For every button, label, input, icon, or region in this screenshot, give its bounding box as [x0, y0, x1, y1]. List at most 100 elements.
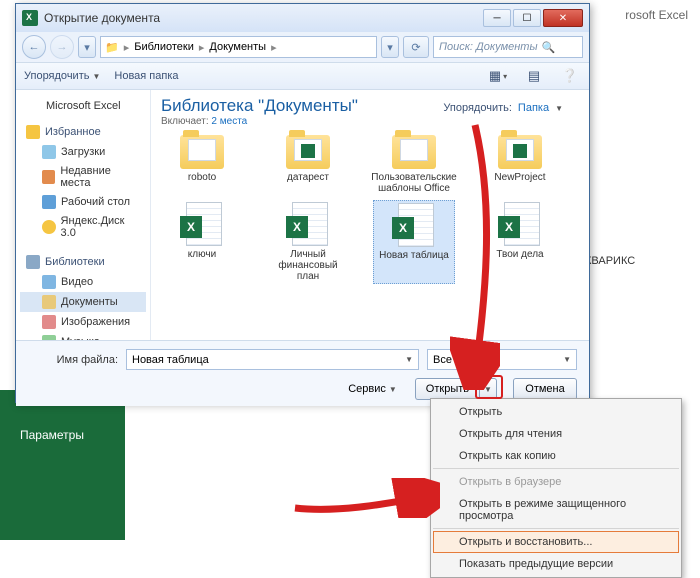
preview-pane-button[interactable]: ▤ [523, 66, 545, 86]
folder-icon [286, 135, 330, 169]
folder-icon [180, 135, 224, 169]
video-icon [42, 275, 56, 289]
cancel-button[interactable]: Отмена [513, 378, 577, 400]
excel-backstage-sidebar [0, 390, 125, 540]
breadcrumb-root-icon: 📁 [105, 41, 119, 54]
yandexdisk-icon [42, 220, 56, 234]
excel-file-icon: X [180, 202, 224, 246]
nav-up-button[interactable]: ▾ [78, 36, 96, 58]
dialog-title: Открытие документа [44, 11, 483, 25]
libraries-header[interactable]: Библиотеки [20, 252, 146, 272]
nav-row: ← → ▾ 📁 ▸ Библиотеки ▸ Документы ▸ ▾ ⟳ П… [16, 32, 589, 62]
nav-forward-button[interactable]: → [50, 35, 74, 59]
sidebar-item-video[interactable]: Видео [20, 272, 146, 292]
sort-control[interactable]: Упорядочить: Папка ▼ [443, 102, 563, 114]
menu-item-previous-versions[interactable]: Показать предыдущие версии [433, 553, 679, 575]
background-app-title: rosoft Excel [625, 8, 688, 22]
sidebar-item-music[interactable]: Музыка [20, 332, 146, 340]
documents-icon [42, 295, 56, 309]
filename-input[interactable]: Новая таблица ▼ [126, 349, 419, 370]
favorites-header[interactable]: Избранное [20, 122, 146, 142]
star-icon [26, 125, 40, 139]
downloads-icon [42, 145, 56, 159]
breadcrumb[interactable]: 📁 ▸ Библиотеки ▸ Документы ▸ [100, 36, 377, 58]
chevron-right-icon: ▸ [271, 41, 277, 54]
excel-file-icon: X [392, 203, 436, 247]
sidebar-item-images[interactable]: Изображения [20, 312, 146, 332]
sidebar-item-desktop[interactable]: Рабочий стол [20, 192, 146, 212]
nav-tree: Microsoft Excel Избранное Загрузки Недав… [16, 90, 151, 340]
folder-item[interactable]: roboto [161, 133, 243, 196]
folder-icon [392, 135, 436, 169]
dialog-toolbar: Упорядочить▼ Новая папка ▦▾ ▤ ❔ [16, 62, 589, 90]
sidebar-item-yandexdisk[interactable]: Яндекс.Диск 3.0 [20, 212, 146, 242]
search-placeholder: Поиск: Документы [439, 41, 538, 53]
search-input[interactable]: Поиск: Документы 🔍 [433, 36, 583, 58]
close-button[interactable]: ✕ [543, 9, 583, 27]
chevron-right-icon: ▸ [199, 41, 205, 54]
open-dropdown-arrow[interactable]: ▼ [479, 378, 497, 400]
breadcrumb-history-button[interactable]: ▾ [381, 36, 399, 58]
open-dropdown-menu: Открыть Открыть для чтения Открыть как к… [430, 398, 682, 578]
menu-item-open-readonly[interactable]: Открыть для чтения [433, 423, 679, 445]
nav-back-button[interactable]: ← [22, 35, 46, 59]
search-icon: 🔍 [542, 41, 556, 54]
music-icon [42, 335, 56, 340]
chevron-down-icon: ▼ [484, 385, 492, 394]
places-link[interactable]: 2 места [211, 116, 247, 127]
titlebar: Открытие документа ─ ☐ ✕ [16, 4, 589, 32]
location-subtitle: Включает: 2 места [161, 116, 579, 127]
open-button[interactable]: Открыть [415, 378, 479, 400]
desktop-icon [42, 195, 56, 209]
filename-label: Имя файла: [28, 354, 118, 366]
menu-item-open-browser: Открыть в браузере [433, 471, 679, 493]
organize-button[interactable]: Упорядочить▼ [24, 70, 100, 82]
refresh-button[interactable]: ⟳ [403, 36, 429, 58]
images-icon [42, 315, 56, 329]
menu-item-open-copy[interactable]: Открыть как копию [433, 445, 679, 469]
sidebar-item-documents[interactable]: Документы [20, 292, 146, 312]
folder-item[interactable]: NewProject [479, 133, 561, 196]
chevron-down-icon: ▼ [92, 72, 100, 81]
maximize-button[interactable]: ☐ [513, 9, 541, 27]
minimize-button[interactable]: ─ [483, 9, 511, 27]
file-item[interactable]: XТвои дела [479, 200, 561, 284]
background-text: КВАРИКС [585, 255, 635, 267]
breadcrumb-part[interactable]: Библиотеки [134, 41, 194, 53]
folder-icon [498, 135, 542, 169]
new-folder-button[interactable]: Новая папка [114, 70, 178, 82]
open-split-button[interactable]: Открыть ▼ [415, 378, 497, 400]
file-item[interactable]: XЛичный финансовый план [267, 200, 349, 284]
recent-icon [42, 170, 55, 184]
menu-item-open-protected[interactable]: Открыть в режиме защищенного просмотра [433, 493, 679, 529]
sidebar-item-downloads[interactable]: Загрузки [20, 142, 146, 162]
file-list-pane: Библиотека "Документы" Включает: 2 места… [151, 90, 589, 340]
file-item-selected[interactable]: XНовая таблица [373, 200, 455, 284]
chevron-down-icon: ▼ [555, 104, 563, 113]
chevron-down-icon: ▼ [405, 355, 413, 364]
sidebar-item-recent[interactable]: Недавние места [20, 162, 146, 192]
filetype-select[interactable]: Все файлы ▼ [427, 349, 577, 370]
file-item[interactable]: Xключи [161, 200, 243, 284]
excel-app-icon [22, 10, 38, 26]
tools-button[interactable]: Сервис▼ [348, 383, 397, 395]
dialog-footer: Имя файла: Новая таблица ▼ Все файлы ▼ С… [16, 340, 589, 406]
chevron-right-icon: ▸ [124, 41, 130, 54]
open-file-dialog: Открытие документа ─ ☐ ✕ ← → ▾ 📁 ▸ Библи… [15, 3, 590, 403]
breadcrumb-part[interactable]: Документы [209, 41, 266, 53]
folder-item[interactable]: датарест [267, 133, 349, 196]
annotation-arrow-2 [290, 478, 440, 518]
menu-item-open[interactable]: Открыть [433, 401, 679, 423]
chevron-down-icon: ▼ [563, 355, 571, 364]
excel-backstage-options[interactable]: Параметры [20, 428, 84, 442]
libraries-icon [26, 255, 40, 269]
view-mode-button[interactable]: ▦▾ [487, 66, 509, 86]
brand-label: Microsoft Excel [46, 100, 121, 112]
excel-app-icon [26, 99, 40, 113]
file-grid: roboto датарест Пользовательские шаблоны… [161, 133, 579, 284]
excel-file-icon: X [498, 202, 542, 246]
help-button[interactable]: ❔ [559, 66, 581, 86]
menu-item-open-and-repair[interactable]: Открыть и восстановить... [433, 531, 679, 553]
folder-item[interactable]: Пользовательские шаблоны Office [373, 133, 455, 196]
chevron-down-icon: ▼ [389, 385, 397, 394]
